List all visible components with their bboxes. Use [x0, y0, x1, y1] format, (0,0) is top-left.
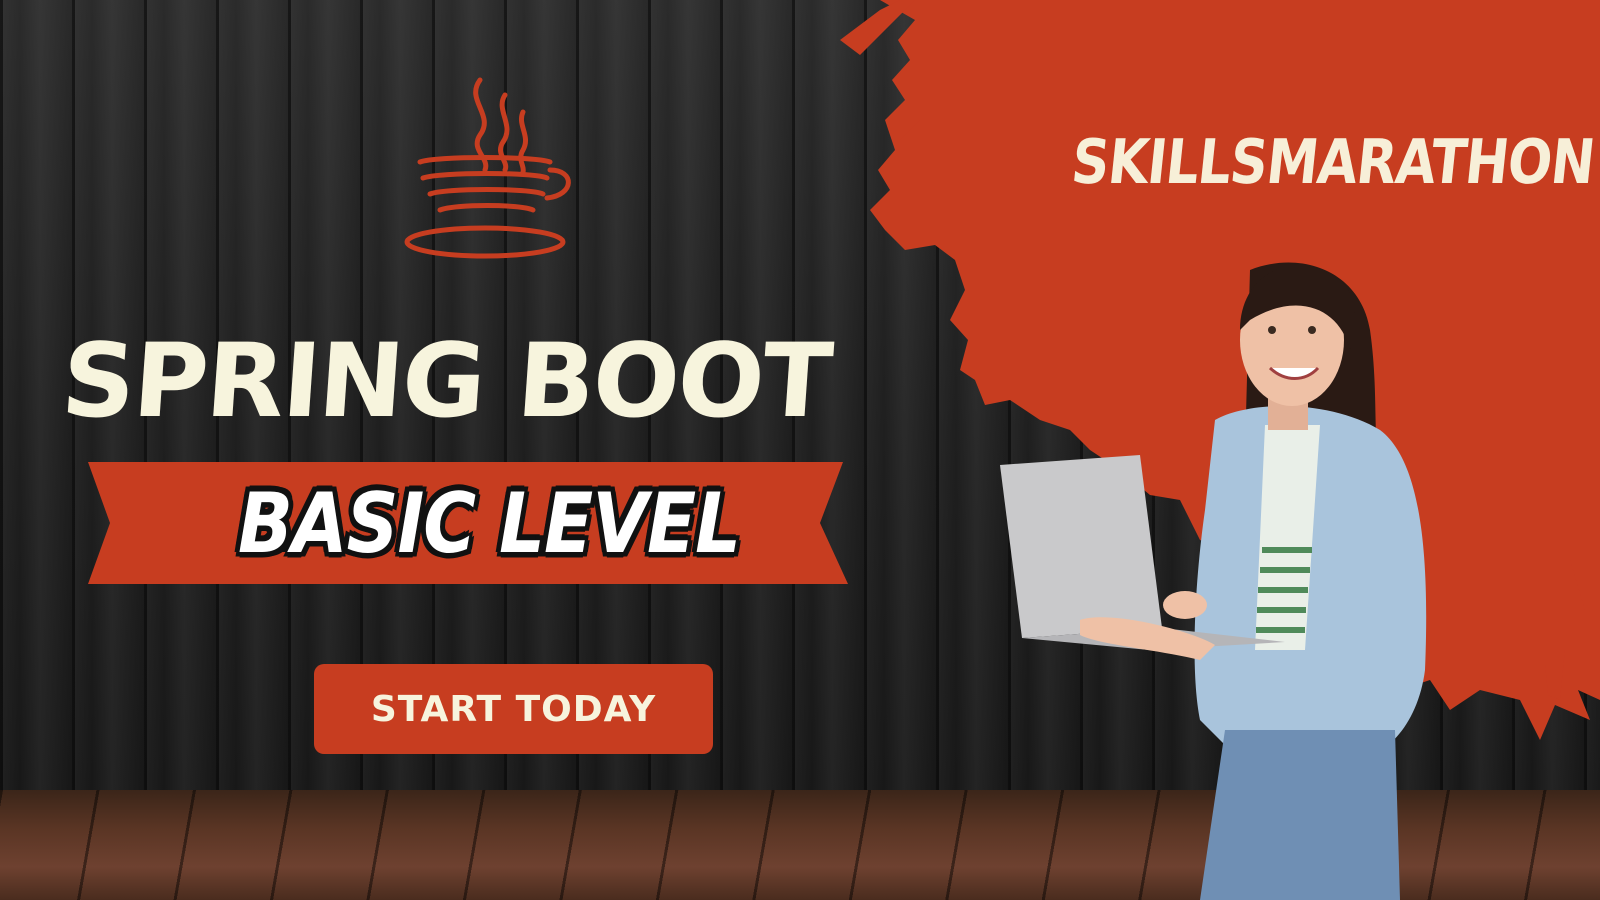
java-coffee-cup-icon [404, 77, 571, 259]
start-today-button[interactable]: START TODAY [314, 664, 713, 754]
brand-name: SKILLSMARATHON [1068, 127, 1598, 199]
woman-with-laptop-image [1000, 262, 1427, 900]
banner: SPRING BOOT BASIC LEVEL START TODAY SKIL… [0, 0, 1600, 900]
course-title: SPRING BOOT [57, 322, 835, 441]
course-level: BASIC LEVEL [238, 474, 741, 572]
